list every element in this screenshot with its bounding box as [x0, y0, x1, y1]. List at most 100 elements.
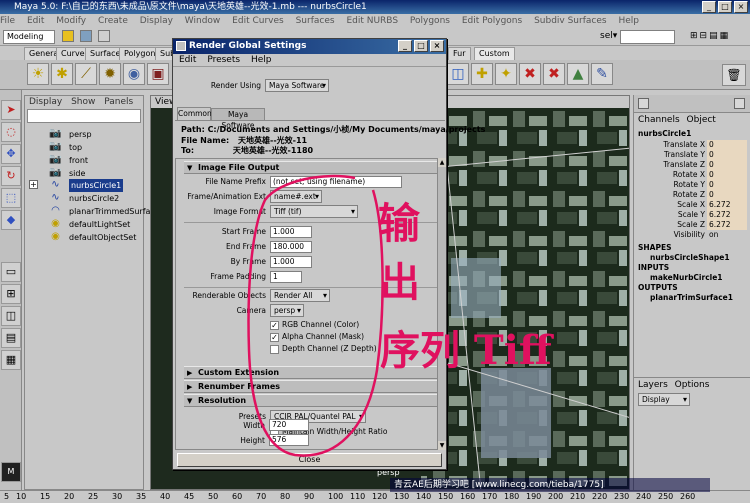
layout-side-icon[interactable]: ◫: [1, 306, 21, 326]
menu-polygons[interactable]: Polygons: [410, 16, 450, 26]
shelf-trash-icon[interactable]: 🗑: [722, 64, 746, 86]
menu-display[interactable]: Display: [140, 16, 173, 26]
rgs-minimize-button[interactable]: _: [398, 40, 412, 52]
rgs-menu-edit[interactable]: Edit: [179, 55, 196, 65]
rgs-title-bar[interactable]: Render Global Settings _ □ ×: [173, 39, 446, 54]
menu-surfaces[interactable]: Surfaces: [296, 16, 335, 26]
shelf-tool-icon-2[interactable]: ✚: [471, 63, 493, 85]
channel-box-toggle-icon[interactable]: [638, 98, 649, 109]
rgs-menu-presets[interactable]: Presets: [207, 55, 240, 65]
rgs-close-icon[interactable]: ×: [430, 40, 444, 52]
tab-common[interactable]: Common: [177, 107, 212, 120]
channel-box-object-name[interactable]: nurbsCircle1: [638, 129, 691, 138]
manipulator-tool-icon[interactable]: ◆: [1, 210, 21, 230]
menu-edit[interactable]: Edit: [27, 16, 44, 26]
render-using-dropdown[interactable]: Maya Software: [265, 79, 329, 92]
channel-value[interactable]: 6.272: [707, 220, 747, 230]
channel-row[interactable]: Scale X 6.272: [636, 200, 749, 210]
mode-selector[interactable]: Modeling: [3, 30, 55, 44]
layout-four-icon[interactable]: ⊞: [1, 284, 21, 304]
menu-edit-curves[interactable]: Edit Curves: [232, 16, 284, 26]
outliner-menu-show[interactable]: Show: [71, 97, 95, 107]
channel-value[interactable]: 0: [707, 160, 747, 170]
outliner-filter-field[interactable]: [27, 109, 141, 123]
menu-help[interactable]: Help: [618, 16, 639, 26]
channel-value[interactable]: 0: [707, 170, 747, 180]
scale-tool-icon[interactable]: ⬚: [1, 188, 21, 208]
select-tool-icon[interactable]: ➤: [1, 100, 21, 120]
channel-row[interactable]: Translate X0: [636, 140, 749, 150]
channel-row[interactable]: Translate Y0: [636, 150, 749, 160]
outliner-menu-display[interactable]: Display: [29, 97, 62, 107]
layout-icons[interactable]: ⊞⊟▤▦: [690, 31, 745, 43]
minimize-button[interactable]: _: [702, 1, 716, 13]
channel-value[interactable]: 0: [707, 140, 747, 150]
channel-row[interactable]: Scale Z 6.272: [636, 220, 749, 230]
channel-row[interactable]: Rotate Z0: [636, 190, 749, 200]
shelf-tool-icon-3[interactable]: ✦: [495, 63, 517, 85]
quick-select-field[interactable]: [620, 30, 675, 44]
channel-box-menu-object[interactable]: Object: [687, 115, 716, 125]
channel-row[interactable]: Scale Y 6.272: [636, 210, 749, 220]
rotate-tool-icon[interactable]: ↻: [1, 166, 21, 186]
menu-create[interactable]: Create: [98, 16, 128, 26]
shelf-tool-icon-4[interactable]: ▲: [567, 63, 589, 85]
channel-row[interactable]: Rotate Y0: [636, 180, 749, 190]
outliner-item-persp[interactable]: persp: [69, 128, 92, 141]
channel-value[interactable]: 0: [707, 150, 747, 160]
shelf-delete-icon-2[interactable]: ✖: [543, 63, 565, 85]
light-icon[interactable]: ☀: [27, 63, 49, 85]
layers-menu-layers[interactable]: Layers: [638, 380, 668, 390]
outliner-item-nurbscircle1[interactable]: nurbsCircle1: [69, 179, 124, 192]
new-scene-icon[interactable]: [62, 30, 74, 42]
scroll-down-icon[interactable]: ▼: [438, 441, 446, 450]
menu-file[interactable]: File: [0, 16, 15, 26]
open-scene-icon[interactable]: [79, 30, 92, 42]
layers-display-dropdown[interactable]: Display: [638, 393, 690, 406]
layout-single-icon[interactable]: ▭: [1, 262, 21, 282]
channel-value[interactable]: on: [707, 230, 747, 240]
channel-value[interactable]: 0: [707, 180, 747, 190]
shelf-tool-icon-5[interactable]: ✎: [591, 63, 613, 85]
input-name[interactable]: makeNurbCircle1: [650, 273, 723, 282]
camera-icon[interactable]: ◉: [123, 63, 145, 85]
layout-stack-icon[interactable]: ▤: [1, 328, 21, 348]
outliner-item-defaultobjectset[interactable]: defaultObjectSet: [69, 231, 136, 244]
channel-value[interactable]: 6.272: [707, 200, 747, 210]
outliner-item-nurbscircle2[interactable]: nurbsCircle2: [69, 192, 119, 205]
channel-row[interactable]: Translate Z0: [636, 160, 749, 170]
output-name[interactable]: planarTrimSurface1: [650, 293, 733, 302]
layers-menu-options[interactable]: Options: [675, 380, 710, 390]
rgs-scrollbar[interactable]: ▲ ▼: [437, 158, 446, 450]
move-tool-icon[interactable]: ✥: [1, 144, 21, 164]
shelf-tool-icon-1[interactable]: ◫: [447, 63, 469, 85]
channel-row[interactable]: Visibility on: [636, 230, 749, 240]
outliner-menu-panels[interactable]: Panels: [104, 97, 133, 107]
close-window-button[interactable]: ×: [734, 1, 748, 13]
shelf-tab-custom[interactable]: Custom: [474, 47, 515, 60]
sel-label[interactable]: sel▾: [600, 31, 617, 41]
shelf-tab-fur[interactable]: Fur: [448, 47, 471, 60]
tab-maya-software[interactable]: Maya Software: [211, 108, 265, 130]
channel-box-menu-channels[interactable]: Channels: [638, 115, 680, 125]
outliner-item-front[interactable]: front: [69, 154, 88, 167]
menu-modify[interactable]: Modify: [56, 16, 86, 26]
outliner-item-top[interactable]: top: [69, 141, 82, 154]
channel-row[interactable]: Rotate X0: [636, 170, 749, 180]
menu-subdiv-surfaces[interactable]: Subdiv Surfaces: [534, 16, 607, 26]
rgs-maximize-button[interactable]: □: [414, 40, 428, 52]
expand-icon[interactable]: +: [29, 180, 38, 189]
outliner-item-defaultlightset[interactable]: defaultLightSet: [69, 218, 130, 231]
scroll-up-icon[interactable]: ▲: [438, 158, 446, 167]
menu-window[interactable]: Window: [185, 16, 221, 26]
render-icon[interactable]: ▣: [147, 63, 169, 85]
channel-value[interactable]: 0: [707, 190, 747, 200]
menu-edit-nurbs[interactable]: Edit NURBS: [346, 16, 398, 26]
directional-light-icon[interactable]: ⟋: [75, 63, 97, 85]
shelf-delete-icon-1[interactable]: ✖: [519, 63, 541, 85]
spot-light-icon[interactable]: ✱: [51, 63, 73, 85]
layout-outliner-icon[interactable]: ▦: [1, 350, 21, 370]
menu-edit-polygons[interactable]: Edit Polygons: [462, 16, 522, 26]
save-scene-icon[interactable]: [97, 30, 110, 42]
lasso-tool-icon[interactable]: ◌: [1, 122, 21, 142]
